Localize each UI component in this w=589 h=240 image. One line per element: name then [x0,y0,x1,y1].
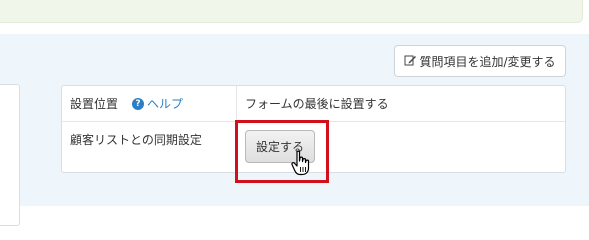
hand-pointer-icon [291,150,311,176]
help-link[interactable]: ? ヘルプ [132,95,183,112]
left-card-edge [0,84,20,226]
sync-label: 顧客リストとの同期設定 [70,133,202,147]
position-label: 設置位置 [70,97,119,111]
help-link-label: ヘルプ [147,97,184,111]
question-circle-icon: ? [132,97,144,110]
table-row-position: 設置位置 ? ヘルプ フォームの最後に設置する [62,86,565,122]
position-value: フォームの最後に設置する [245,97,389,111]
add-question-button[interactable]: 質問項目を追加/変更する [394,45,566,77]
add-question-label: 質問項目を追加/変更する [419,54,556,69]
top-notice-bar [0,0,583,23]
edit-icon [404,54,417,69]
